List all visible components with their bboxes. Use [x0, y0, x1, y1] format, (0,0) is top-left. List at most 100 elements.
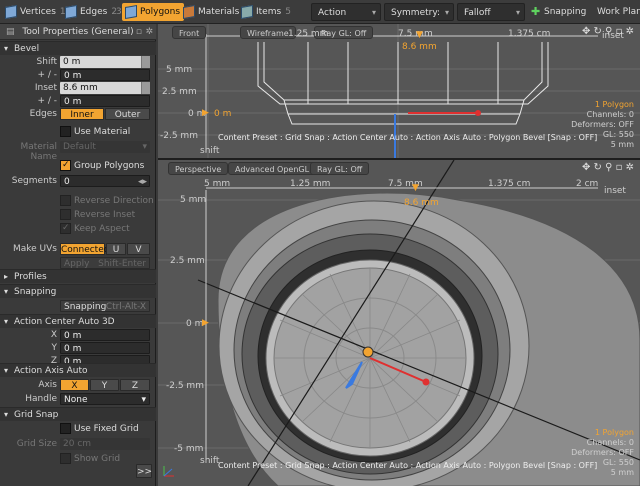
snapping-icon: ✚: [531, 5, 541, 18]
snapping-toggle-button[interactable]: Snapping Ctrl-Alt-X: [60, 300, 150, 312]
symmetry-dropdown[interactable]: Symmetry: Off: [384, 3, 454, 36]
axis-tick: -5 mm: [174, 444, 204, 454]
maximize-icon[interactable]: ▫: [136, 24, 142, 40]
section-action-center[interactable]: Action Center Auto 3D: [0, 314, 156, 329]
inset-slider-handle[interactable]: ▼: [412, 183, 419, 193]
axis-z-button[interactable]: Z: [120, 379, 150, 391]
zoom-view-icon[interactable]: ⚲: [605, 26, 612, 37]
uv-connected-button[interactable]: Connected: [60, 243, 109, 255]
tab-edges[interactable]: Edges 2: [62, 3, 121, 21]
section-grid-snap[interactable]: Grid Snap: [0, 407, 156, 422]
snapping-button[interactable]: ✚ Snapping: [530, 4, 586, 20]
gear-icon[interactable]: ✲: [145, 24, 153, 40]
maximize-view-icon[interactable]: ▫: [616, 26, 623, 37]
shift-field[interactable]: 0 m: [60, 56, 150, 68]
axis-orientation-icon: [162, 464, 176, 478]
viewport-tab-perspective[interactable]: Perspective: [168, 162, 229, 175]
perspective-viewport-hud: 1 Polygon Channels: 0 Deformers: OFF GL:…: [571, 428, 634, 478]
tab-items[interactable]: Items 5: [238, 3, 295, 21]
panel-menu-icon[interactable]: ▤: [6, 24, 15, 40]
inset-range-field[interactable]: 0 m: [60, 95, 150, 107]
spin-icon[interactable]: [141, 56, 150, 68]
uv-u-button[interactable]: U: [106, 243, 126, 255]
show-grid-checkbox[interactable]: [60, 453, 71, 464]
edges-label: Edges: [29, 109, 57, 119]
section-snapping[interactable]: Snapping: [0, 284, 156, 299]
work-plane-button[interactable]: Work Plane: [597, 4, 640, 20]
shift-slider-handle[interactable]: ▶: [202, 318, 209, 328]
vertices-icon: [5, 4, 17, 20]
viewport-tab-advanced-opengl[interactable]: Advanced OpenGL: [228, 162, 317, 175]
ruler-tick: 1.25 mm: [290, 179, 331, 189]
group-polygons-checkbox[interactable]: [60, 160, 71, 171]
rotate-view-icon[interactable]: ↻: [594, 26, 602, 37]
zoom-view-icon[interactable]: ⚲: [605, 162, 612, 173]
shift-slider-handle[interactable]: ▶: [202, 108, 209, 118]
section-bevel[interactable]: Bevel: [0, 41, 156, 56]
edges-outer-button[interactable]: Outer: [105, 108, 150, 120]
handle-select[interactable]: None ▾: [60, 393, 150, 405]
axis-label: Axis: [38, 380, 57, 390]
falloff-dropdown[interactable]: Falloff: [457, 3, 525, 22]
shift-range-label: + / -: [37, 70, 57, 80]
tool-properties-panel: ▤ Tool Properties (General) ▫ ✲ Bevel Sh…: [0, 24, 156, 486]
check-icon: ✓: [62, 223, 70, 233]
group-polygons-label: Group Polygons: [74, 161, 145, 171]
ac-y-label: Y: [51, 343, 58, 353]
keep-aspect-checkbox[interactable]: ✓: [60, 223, 71, 234]
shift-range-field[interactable]: 0 m: [60, 69, 150, 81]
edges-inner-button[interactable]: Inner: [60, 108, 104, 120]
section-profiles[interactable]: Profiles: [0, 269, 156, 284]
use-fixed-grid-checkbox[interactable]: [60, 423, 71, 434]
hud-channels: Channels: 0: [586, 438, 634, 447]
reverse-inset-checkbox[interactable]: [60, 209, 71, 220]
move-view-icon[interactable]: ✥: [582, 162, 590, 173]
material-name-label: Material Name: [20, 142, 57, 162]
use-material-checkbox[interactable]: [60, 126, 71, 137]
section-action-axis[interactable]: Action Axis Auto: [0, 363, 156, 378]
polygons-icon: [125, 4, 137, 20]
move-view-icon[interactable]: ✥: [582, 26, 590, 37]
axis-y-button[interactable]: Y: [90, 379, 119, 391]
tab-polygons-num: 3: [116, 7, 122, 17]
maximize-view-icon[interactable]: ▫: [616, 162, 623, 173]
front-viewport-status: Content Preset : Grid Snap : Action Cent…: [218, 133, 598, 142]
expand-button[interactable]: >>: [136, 464, 152, 478]
reverse-direction-checkbox[interactable]: [60, 195, 71, 206]
ac-x-field[interactable]: 0 m: [60, 329, 150, 341]
inset-value-readout: 8.6 mm: [402, 42, 437, 52]
axis-tick: -2.5 mm: [166, 381, 204, 391]
front-viewport[interactable]: Front Wireframe Ray GL: Off 1.25 mm 7.5 …: [158, 24, 640, 158]
apply-button[interactable]: Apply Shift-Enter: [60, 257, 150, 269]
spin-icon[interactable]: ◂▸: [138, 176, 147, 188]
axis-tick: 0 m: [186, 319, 204, 329]
spin-icon[interactable]: [141, 82, 150, 94]
gear-icon[interactable]: ✲: [626, 162, 634, 173]
tab-polygons[interactable]: Polygons: [122, 3, 185, 21]
axis-x-button[interactable]: X: [60, 379, 89, 391]
make-uvs-label: Make UVs: [12, 244, 57, 254]
viewport-tab-raygl[interactable]: Ray GL: Off: [310, 162, 370, 175]
hud-polygons: 1 Polygon: [594, 100, 634, 109]
tab-materials[interactable]: Materials: [180, 3, 243, 21]
viewport-tab-front[interactable]: Front: [172, 26, 207, 39]
material-name-select[interactable]: Default ▾: [60, 141, 150, 153]
action-center-dropdown[interactable]: Action Center: [311, 3, 381, 36]
gear-icon[interactable]: ✲: [626, 26, 634, 37]
uv-v-button[interactable]: V: [127, 243, 150, 255]
ac-y-field[interactable]: 0 m: [60, 342, 150, 354]
inset-slider-handle[interactable]: ▼: [416, 30, 423, 40]
ac-x-label: X: [50, 330, 57, 340]
x-axis-handle-tip: [475, 110, 481, 116]
perspective-viewport[interactable]: Perspective Advanced OpenGL Ray GL: Off …: [158, 160, 640, 486]
grid-size-label: Grid Size: [16, 439, 57, 449]
rotate-view-icon[interactable]: ↻: [594, 162, 602, 173]
viewport-nav-icons[interactable]: ✥ ↻ ⚲ ▫ ✲: [582, 162, 634, 173]
inset-field[interactable]: 8.6 mm: [60, 82, 150, 94]
action-center-handle: [362, 346, 374, 358]
segments-field[interactable]: 0 ◂▸: [60, 175, 150, 187]
viewport-nav-icons[interactable]: ✥ ↻ ⚲ ▫ ✲: [582, 26, 634, 37]
tab-vertices[interactable]: Vertices 1: [2, 3, 70, 21]
ruler-tick: 1.375 cm: [488, 179, 531, 189]
grid-size-field[interactable]: 20 cm: [60, 438, 150, 450]
